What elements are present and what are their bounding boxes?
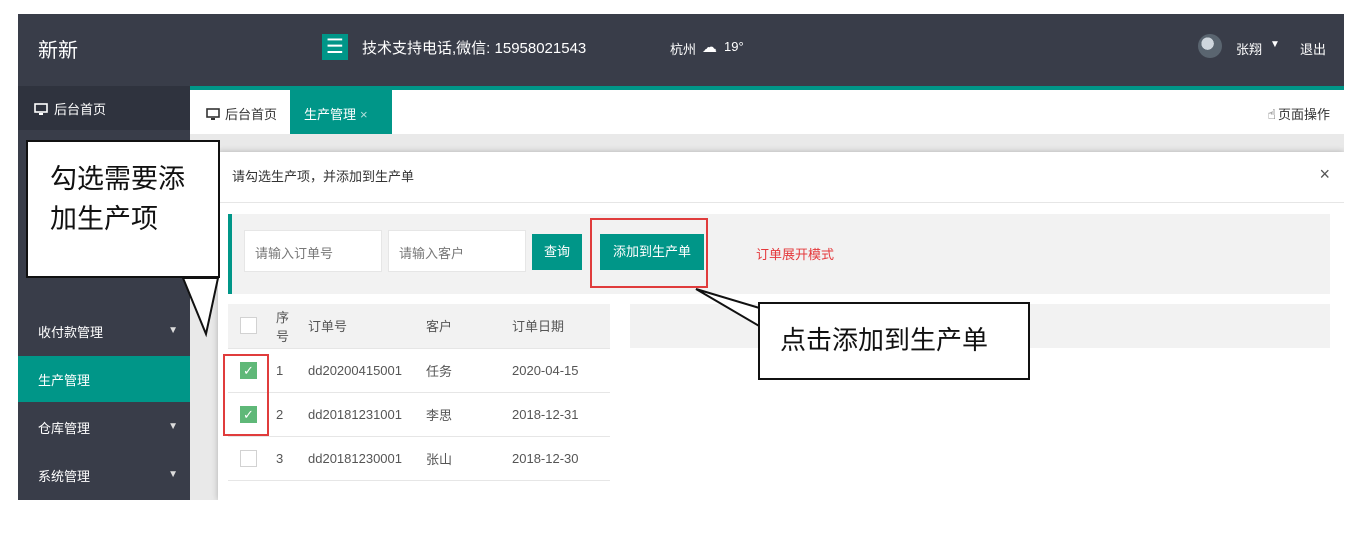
callout-select-items: 勾选需要添 加生产项	[26, 140, 220, 278]
callout-text: 勾选需要添	[50, 164, 185, 195]
app-window: 新新 ☰ 技术支持电话,微信: 15958021543 杭州 ☁ 19° 张翔 …	[18, 14, 1344, 500]
callout-click-add: 点击添加到生产单	[758, 302, 1030, 380]
callout-text: 加生产项	[50, 204, 158, 235]
